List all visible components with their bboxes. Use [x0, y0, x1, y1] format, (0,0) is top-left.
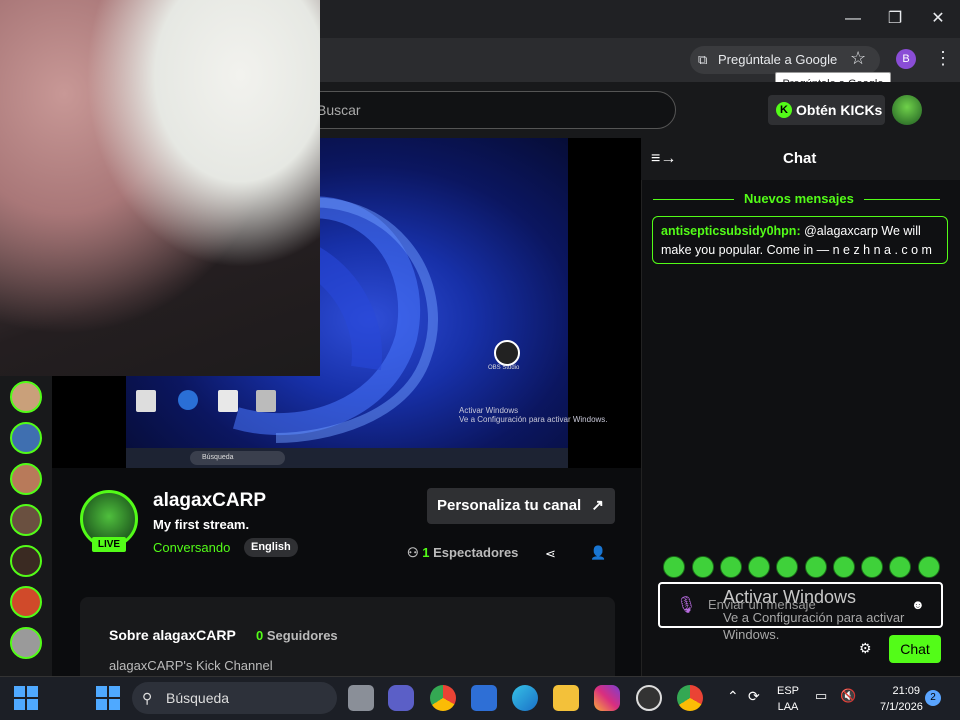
followed-channel-avatar[interactable] — [10, 545, 42, 577]
profile-avatar[interactable]: B — [896, 49, 916, 69]
get-kicks-label: Obtén KICKs — [796, 102, 883, 118]
viewers-icon: ⚇ — [407, 545, 419, 560]
desktop-pdf-icon — [218, 390, 238, 412]
minimize-button[interactable]: — — [839, 8, 867, 30]
get-kicks-button[interactable]: K Obtén KICKs — [768, 95, 885, 125]
input-language[interactable]: ESP LAA — [775, 683, 801, 715]
viewer-count-label: Espectadores — [433, 545, 519, 560]
external-link-icon: ↗ — [591, 497, 604, 514]
stream-mini-search: Búsqueda — [190, 451, 285, 465]
followed-channel-avatar[interactable] — [10, 627, 42, 659]
activate-windows-title: Activar Windows — [723, 587, 857, 607]
webcam-overlay — [0, 0, 320, 376]
taskbar-search-label: Búsqueda — [166, 690, 230, 706]
viewer-count-value: 1 — [422, 545, 430, 560]
taskbar-clock[interactable]: 21:09 7/1/2026 — [880, 683, 923, 715]
user-avatar[interactable] — [892, 95, 922, 125]
chat-settings-gear-icon[interactable]: ⚙ — [859, 640, 872, 657]
restore-button[interactable]: ❐ — [881, 8, 909, 30]
windows-start-icon[interactable] — [14, 686, 38, 710]
kicks-coin-icon: K — [776, 102, 792, 118]
bookmark-star-icon[interactable]: ☆ — [850, 48, 866, 69]
follow-icon[interactable]: 👤 — [590, 545, 606, 561]
chat-send-button[interactable]: Chat — [889, 635, 941, 663]
chat-message-user[interactable]: antisepticsubsidy0hpn: — [661, 224, 801, 238]
microphone-icon[interactable]: 🎙 — [676, 595, 696, 615]
sync-icon[interactable]: ⟳ — [748, 688, 760, 705]
search-icon: ⚲ — [142, 690, 153, 706]
file-explorer-icon[interactable] — [553, 685, 579, 711]
follower-count-value: 0 — [256, 628, 264, 643]
clock-time: 21:09 — [892, 685, 920, 697]
input-language-bottom: LAA — [777, 701, 799, 713]
follower-count-label: Seguidores — [266, 628, 338, 643]
emote-icon[interactable] — [748, 556, 770, 578]
instagram-icon[interactable] — [594, 685, 620, 711]
followed-channel-avatar[interactable] — [10, 586, 42, 618]
emote-icon[interactable] — [720, 556, 742, 578]
emote-icon[interactable] — [918, 556, 940, 578]
chat-message: antisepticsubsidy0hpn: @alagaxcarp We wi… — [652, 216, 948, 264]
emote-icon[interactable] — [805, 556, 827, 578]
notification-badge[interactable]: 2 — [925, 690, 941, 706]
obs-desktop-label: OBS Studio — [488, 365, 520, 371]
task-view-icon[interactable] — [348, 685, 374, 711]
chat-title: Chat — [783, 150, 817, 167]
emote-icon[interactable] — [889, 556, 911, 578]
search-input[interactable]: Buscar — [270, 91, 676, 129]
volume-muted-icon[interactable]: 🔇 — [840, 688, 856, 704]
emote-icon[interactable] — [861, 556, 883, 578]
share-icon[interactable]: ⋖ — [545, 546, 556, 562]
followed-channel-avatar[interactable] — [10, 504, 42, 536]
store-icon[interactable] — [471, 685, 497, 711]
desktop-app-icon — [178, 390, 198, 410]
input-language-top: ESP — [776, 685, 799, 697]
obs-icon[interactable] — [636, 685, 662, 711]
channel-name[interactable]: alagaxCARP — [153, 490, 266, 512]
customize-channel-label: Personaliza tu canal — [437, 497, 582, 514]
desktop-file-icon — [136, 390, 156, 412]
collapse-chat-icon[interactable]: ≡→ — [651, 150, 676, 168]
stream-category[interactable]: Conversando — [153, 540, 230, 555]
chrome-icon[interactable] — [430, 685, 456, 711]
edge-icon[interactable] — [512, 685, 538, 711]
close-button[interactable]: ✕ — [924, 8, 952, 30]
follower-count: 0 Seguidores — [256, 628, 338, 643]
stream-title: My first stream. — [153, 517, 250, 532]
chrome-active-icon[interactable] — [677, 685, 703, 711]
language-tag[interactable]: English — [244, 538, 298, 557]
teams-icon[interactable] — [388, 685, 414, 711]
followed-channel-avatar[interactable] — [10, 463, 42, 495]
about-title: Sobre alagaxCARP — [109, 627, 236, 643]
windows-start-icon[interactable] — [96, 686, 120, 710]
taskbar-search[interactable]: ⚲ Búsqueda — [132, 682, 337, 714]
stream-activate-windows-watermark: Activar Windows Ve a Configuración para … — [459, 406, 608, 424]
emote-icon[interactable] — [833, 556, 855, 578]
browser-menu-icon[interactable]: ⋮ — [934, 48, 952, 69]
new-messages-label: Nuevos mensajes — [734, 191, 864, 206]
chevron-up-icon[interactable]: ⌃ — [727, 688, 739, 705]
emote-icon[interactable] — [663, 556, 685, 578]
lens-icon: ⧉ — [698, 52, 708, 67]
desktop-image-icon — [256, 390, 276, 412]
followed-channel-avatar[interactable] — [10, 381, 42, 413]
google-lens-label: Pregúntale a Google — [718, 52, 838, 67]
followed-channel-avatar[interactable] — [10, 422, 42, 454]
obs-desktop-icon — [494, 340, 520, 366]
emoji-icon[interactable]: ☻ — [911, 597, 925, 612]
emote-icon[interactable] — [776, 556, 798, 578]
customize-channel-button[interactable]: Personaliza tu canal ↗ — [427, 488, 615, 524]
about-description: alagaxCARP's Kick Channel — [109, 658, 273, 673]
live-badge: LIVE — [92, 537, 126, 552]
network-icon[interactable]: ▭ — [815, 688, 827, 704]
viewer-count: ⚇ 1 Espectadores — [407, 545, 518, 561]
clock-date: 7/1/2026 — [880, 701, 923, 713]
emote-icon[interactable] — [692, 556, 714, 578]
